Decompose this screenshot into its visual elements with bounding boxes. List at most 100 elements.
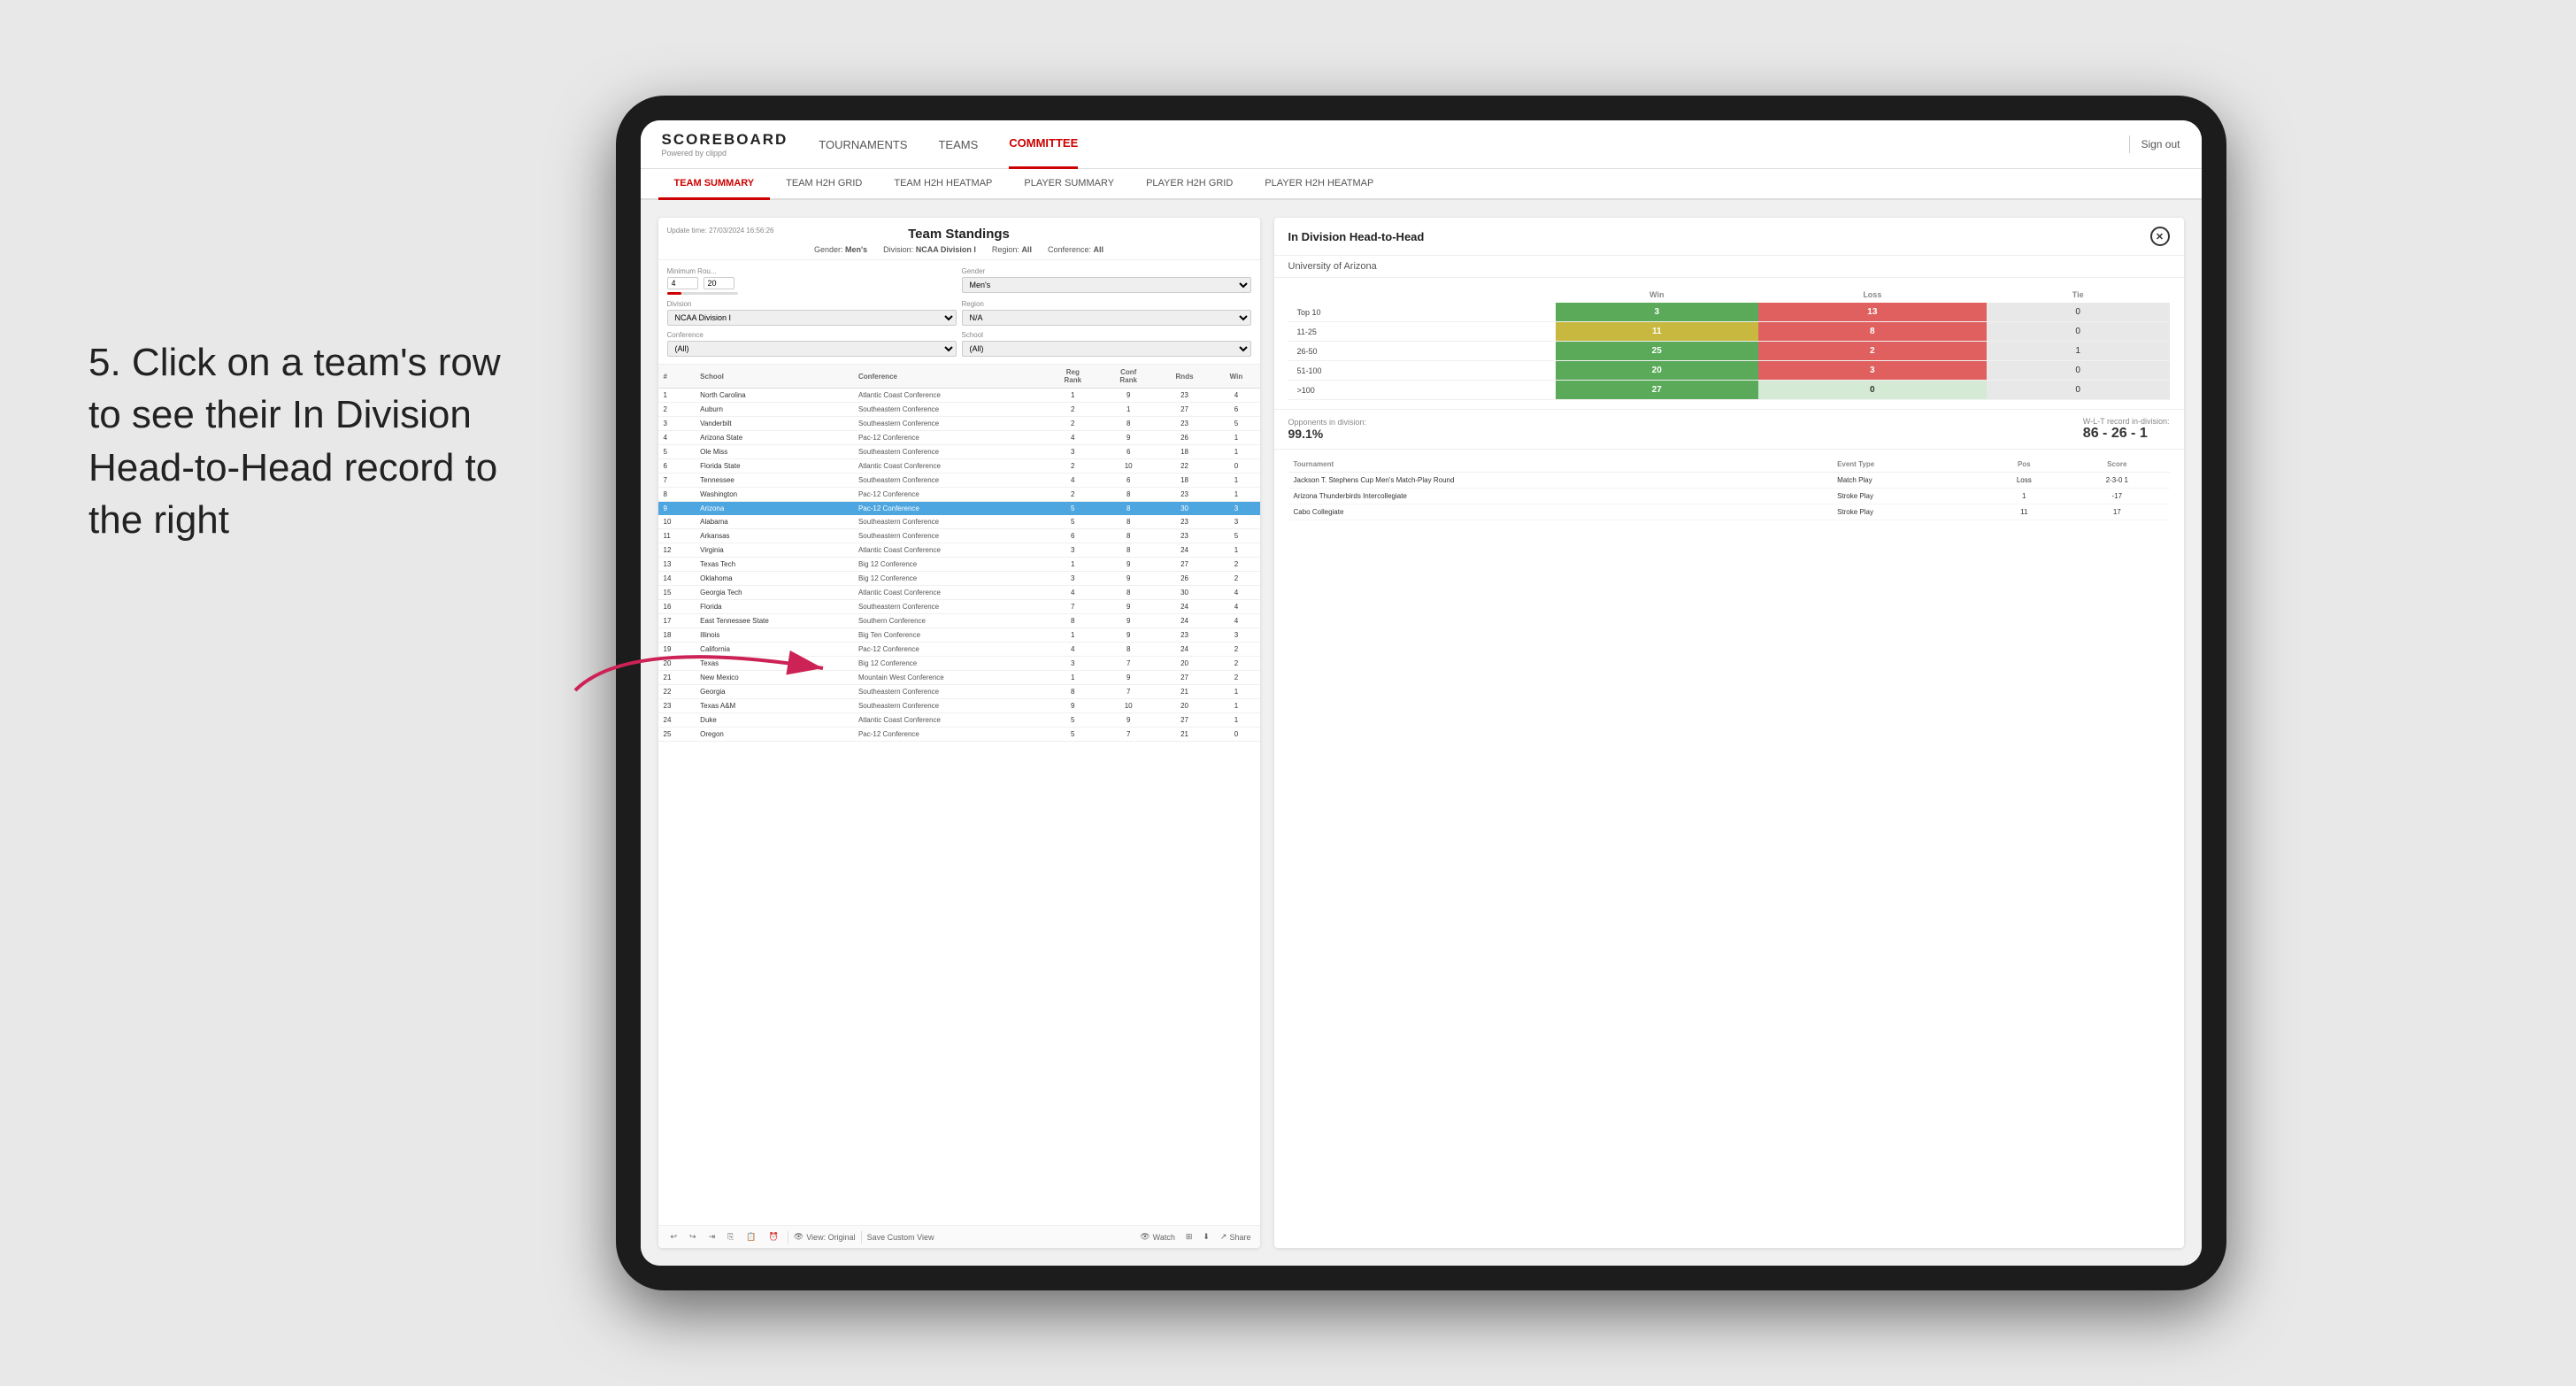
tablet-screen: SCOREBOARD Powered by clippd TOURNAMENTS… <box>641 120 2202 1266</box>
h2h-title: In Division Head-to-Head <box>1288 230 1425 243</box>
bottom-toolbar: ↩ ↪ ⇥ ⎘ 📋 ⏰ 👁 View: Original Save Custom… <box>658 1225 1260 1248</box>
tournament-row: Jackson T. Stephens Cup Men's Match-Play… <box>1288 473 2170 489</box>
sign-out-btn[interactable]: Sign out <box>2141 138 2180 150</box>
gender-label: Gender: <box>814 245 843 254</box>
record-stat: W-L-T record in-division: 86 - 26 - 1 <box>2083 417 2170 442</box>
standings-panel: Update time: 27/03/2024 16:56:26 Team St… <box>658 218 1260 1248</box>
panel-title: Team Standings <box>908 227 1010 242</box>
table-row[interactable]: 24 Duke Atlantic Coast Conference 5 9 27… <box>658 713 1260 728</box>
division-filter: Division NCAA Division I <box>667 300 957 326</box>
nav-teams[interactable]: TEAMS <box>938 120 978 169</box>
h2h-row: 26-50 25 2 1 <box>1288 342 2170 361</box>
record-label: W-L-T record in-division: <box>2083 417 2170 426</box>
logo-text: SCOREBOARD <box>662 131 788 149</box>
division-label: Division: <box>883 245 913 254</box>
nav-tournaments[interactable]: TOURNAMENTS <box>819 120 907 169</box>
table-row[interactable]: 6 Florida State Atlantic Coast Conferenc… <box>658 459 1260 474</box>
download-icon[interactable]: ⬇ <box>1203 1232 1210 1242</box>
table-row[interactable]: 17 East Tennessee State Southern Confere… <box>658 614 1260 628</box>
copy-icon[interactable]: ⎘ <box>724 1230 737 1244</box>
region-filter: Region N/A <box>962 300 1251 326</box>
sub-nav: TEAM SUMMARY TEAM H2H GRID TEAM H2H HEAT… <box>641 169 2202 200</box>
main-content: Update time: 27/03/2024 16:56:26 Team St… <box>641 200 2202 1266</box>
sub-nav-player-h2h-heatmap[interactable]: PLAYER H2H HEATMAP <box>1249 169 1389 198</box>
table-row[interactable]: 13 Texas Tech Big 12 Conference 1 9 27 2 <box>658 558 1260 572</box>
opponents-stat: Opponents in division: 99.1% <box>1288 418 1367 441</box>
table-row[interactable]: 8 Washington Pac-12 Conference 2 8 23 1 <box>658 488 1260 502</box>
min-rounds-input[interactable] <box>667 277 698 289</box>
min-rounds-filter: Minimum Rou... <box>667 267 957 295</box>
sub-nav-player-h2h-grid[interactable]: PLAYER H2H GRID <box>1130 169 1249 198</box>
annotation-text: 5. Click on a team's row to see their In… <box>88 336 531 547</box>
min-rounds-label: Minimum Rou... <box>667 267 957 275</box>
record-value: 86 - 26 - 1 <box>2083 426 2170 442</box>
table-row[interactable]: 1 North Carolina Atlantic Coast Conferen… <box>658 389 1260 403</box>
min-rounds-max-input[interactable] <box>704 277 734 289</box>
h2h-row: 11-25 11 8 0 <box>1288 322 2170 342</box>
table-row[interactable]: 3 Vanderbilt Southeastern Conference 2 8… <box>658 417 1260 431</box>
logo-sub: Powered by clippd <box>662 149 788 158</box>
conference-select[interactable]: (All) <box>667 341 957 357</box>
h2h-row: 51-100 20 3 0 <box>1288 361 2170 381</box>
undo-icon[interactable]: ↩ <box>667 1230 681 1244</box>
region-label: Region: <box>992 245 1019 254</box>
redo-icon[interactable]: ↪ <box>686 1230 700 1244</box>
division-select[interactable]: NCAA Division I <box>667 310 957 326</box>
update-time: Update time: 27/03/2024 16:56:26 <box>667 227 774 235</box>
opponents-value: 99.1% <box>1288 427 1367 441</box>
share-icon: ↗ <box>1220 1232 1227 1242</box>
paste-icon[interactable]: 📋 <box>742 1230 759 1244</box>
gender-filter: Gender Men's <box>962 267 1251 295</box>
tournament-row: Arizona Thunderbirds Intercollegiate Str… <box>1288 489 2170 504</box>
h2h-panel: In Division Head-to-Head ✕ University of… <box>1274 218 2184 1248</box>
table-row[interactable]: 15 Georgia Tech Atlantic Coast Conferenc… <box>658 586 1260 600</box>
grid-icon[interactable]: ⊞ <box>1186 1232 1193 1242</box>
school-select[interactable]: (All) <box>962 341 1251 357</box>
view-original-btn[interactable]: 👁 View: Original <box>794 1232 856 1242</box>
school-filter: School (All) <box>962 331 1251 357</box>
standings-header: Update time: 27/03/2024 16:56:26 Team St… <box>658 218 1260 260</box>
table-row[interactable]: 11 Arkansas Southeastern Conference 6 8 … <box>658 529 1260 543</box>
h2h-grid: Win Loss Tie Top 10 3 13 0 11-25 11 8 0 … <box>1274 278 2184 409</box>
watch-btn[interactable]: 👁 Watch <box>1140 1232 1175 1242</box>
tournament-section: Tournament Event Type Pos Score Jackson … <box>1274 450 2184 1248</box>
logo-area: SCOREBOARD Powered by clippd <box>662 131 788 158</box>
standings-table-container: # School Conference RegRank ConfRank Rnd… <box>658 365 1260 1225</box>
conference-value: All <box>1094 245 1104 254</box>
region-select[interactable]: N/A <box>962 310 1251 326</box>
sub-nav-team-h2h-heatmap[interactable]: TEAM H2H HEATMAP <box>878 169 1008 198</box>
save-custom-btn[interactable]: Save Custom View <box>867 1233 934 1242</box>
tournament-row: Cabo Collegiate Stroke Play 11 17 <box>1288 504 2170 520</box>
table-row[interactable]: 4 Arizona State Pac-12 Conference 4 9 26… <box>658 431 1260 445</box>
region-value: All <box>1021 245 1032 254</box>
eye-icon: 👁 <box>794 1232 804 1242</box>
table-row[interactable]: 25 Oregon Pac-12 Conference 5 7 21 0 <box>658 728 1260 742</box>
table-row[interactable]: 9 Arizona Pac-12 Conference 5 8 30 3 <box>658 502 1260 516</box>
clock-icon[interactable]: ⏰ <box>765 1230 782 1244</box>
gender-value: Men's <box>845 245 867 254</box>
sub-nav-team-summary[interactable]: TEAM SUMMARY <box>658 169 771 200</box>
close-button[interactable]: ✕ <box>2150 227 2170 246</box>
nav-committee[interactable]: COMMITTEE <box>1009 120 1078 169</box>
sub-nav-player-summary[interactable]: PLAYER SUMMARY <box>1008 169 1130 198</box>
table-row[interactable]: 10 Alabama Southeastern Conference 5 8 2… <box>658 515 1260 529</box>
share-btn[interactable]: ↗ Share <box>1220 1232 1251 1242</box>
h2h-stats-row: Opponents in division: 99.1% W-L-T recor… <box>1274 409 2184 450</box>
table-row[interactable]: 5 Ole Miss Southeastern Conference 3 6 1… <box>658 445 1260 459</box>
sub-nav-team-h2h-grid[interactable]: TEAM H2H GRID <box>770 169 878 198</box>
watch-icon: 👁 <box>1140 1232 1150 1242</box>
forward-icon[interactable]: ⇥ <box>705 1230 719 1244</box>
h2h-row: >100 27 0 0 <box>1288 381 2170 400</box>
table-row[interactable]: 14 Oklahoma Big 12 Conference 3 9 26 2 <box>658 572 1260 586</box>
table-row[interactable]: 16 Florida Southeastern Conference 7 9 2… <box>658 600 1260 614</box>
filters-area: Minimum Rou... Gender <box>658 260 1260 365</box>
gender-select[interactable]: Men's <box>962 277 1251 293</box>
h2h-row: Top 10 3 13 0 <box>1288 303 2170 322</box>
top-nav: SCOREBOARD Powered by clippd TOURNAMENTS… <box>641 120 2202 169</box>
table-row[interactable]: 12 Virginia Atlantic Coast Conference 3 … <box>658 543 1260 558</box>
conference-filter: Conference (All) <box>667 331 957 357</box>
table-row[interactable]: 2 Auburn Southeastern Conference 2 1 27 … <box>658 403 1260 417</box>
h2h-team-name: University of Arizona <box>1274 256 2184 278</box>
table-row[interactable]: 7 Tennessee Southeastern Conference 4 6 … <box>658 474 1260 488</box>
main-nav: TOURNAMENTS TEAMS COMMITTEE <box>819 120 2129 169</box>
